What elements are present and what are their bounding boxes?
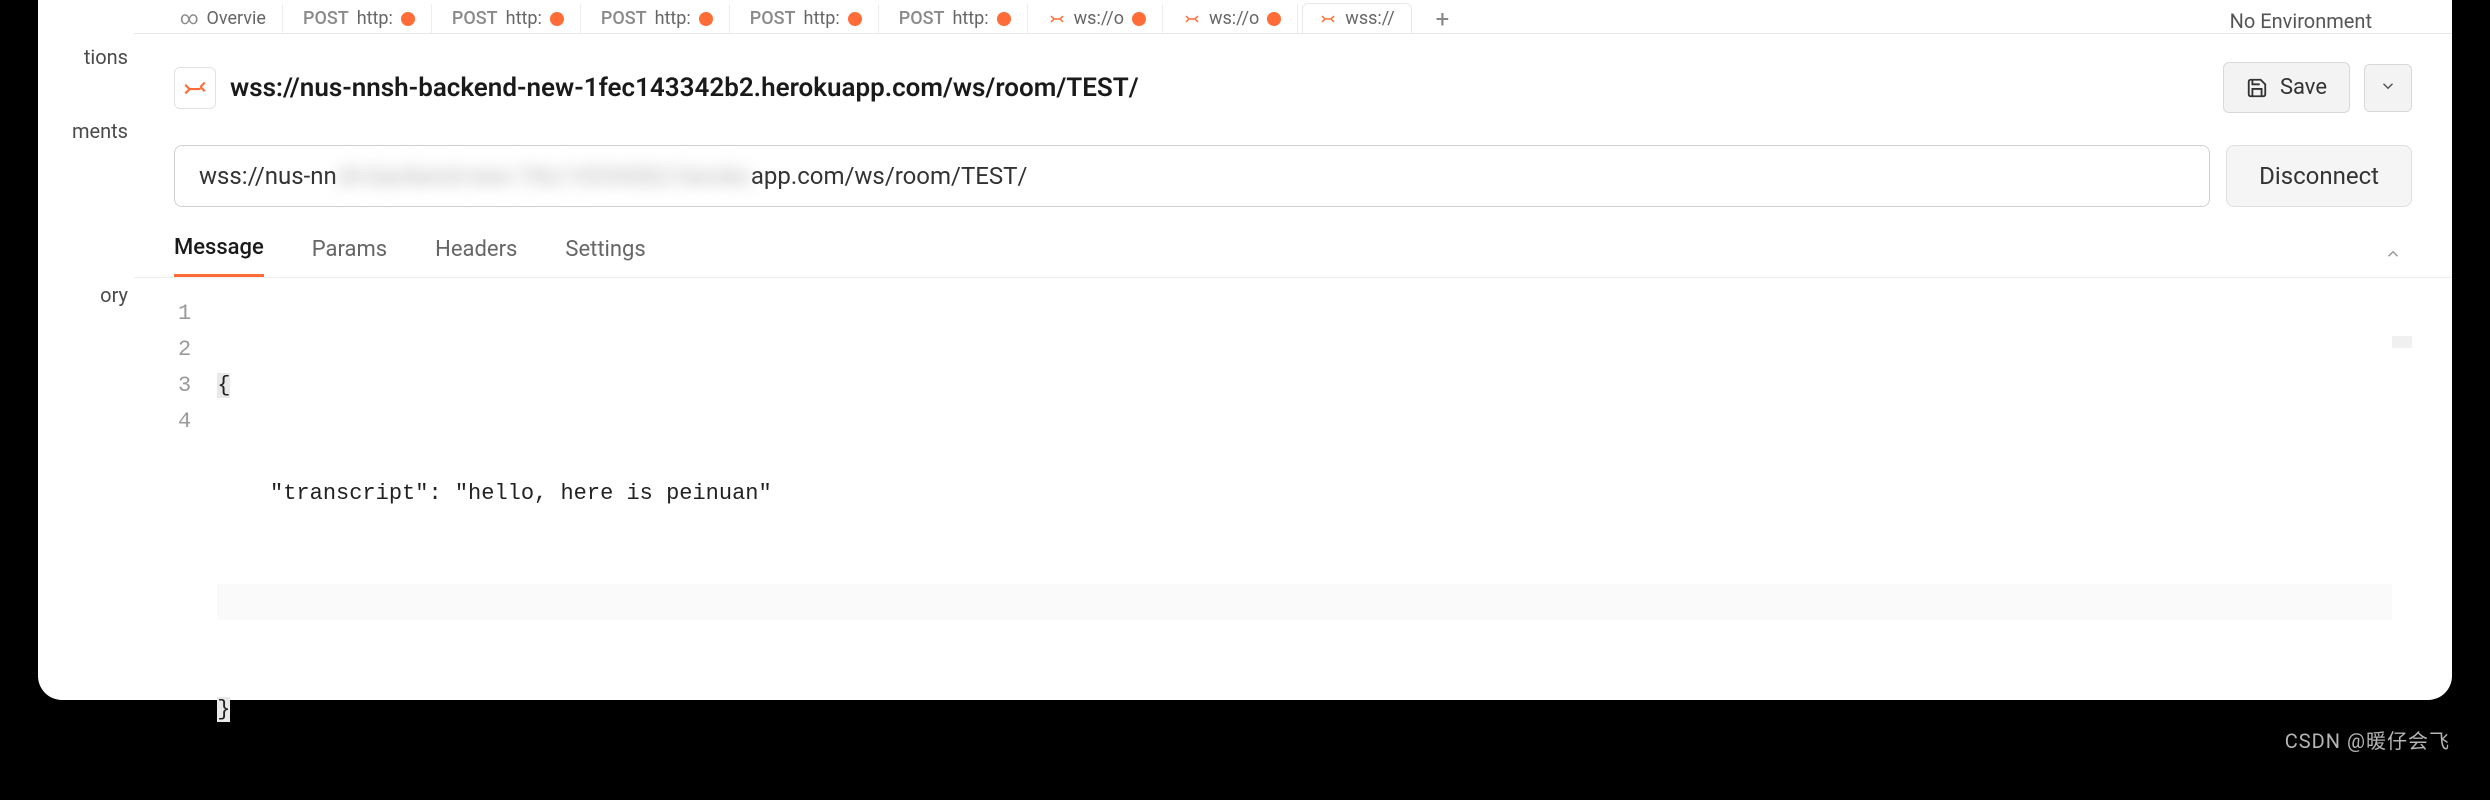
- save-dropdown-button[interactable]: [2364, 64, 2412, 112]
- dirty-dot-icon: [848, 12, 862, 26]
- websocket-icon: [1183, 10, 1201, 28]
- request-header: wss://nus-nnsh-backend-new-1fec143342b2.…: [134, 34, 2452, 113]
- sidebar-item[interactable]: tions: [38, 45, 134, 69]
- protocol-badge: [174, 67, 216, 109]
- request-title: wss://nus-nnsh-backend-new-1fec143342b2.…: [230, 73, 2209, 103]
- sidebar-item[interactable]: ments: [38, 119, 134, 143]
- dirty-dot-icon: [550, 12, 564, 26]
- minimap[interactable]: [2392, 336, 2412, 348]
- chevron-down-icon: [2379, 77, 2397, 95]
- request-subtabs: Message Params Headers Settings: [134, 207, 2452, 278]
- message-editor[interactable]: 1 2 3 4 { "transcript": "hello, here is …: [134, 278, 2452, 800]
- websocket-icon: [182, 75, 208, 101]
- overview-icon: ∞: [180, 8, 199, 29]
- watermark: CSDN @暖仔会飞: [2285, 725, 2450, 754]
- url-row: wss://nus-nnsh-backend-new-1fec143342b2.…: [134, 113, 2452, 207]
- add-tab-button[interactable]: +: [1416, 5, 1470, 33]
- dirty-dot-icon: [997, 12, 1011, 26]
- sidebar-fragment: tions ments ory: [38, 0, 134, 700]
- websocket-icon: [1048, 10, 1066, 28]
- request-tab[interactable]: ws://o: [1167, 4, 1298, 33]
- dirty-dot-icon: [699, 12, 713, 26]
- request-tab-active[interactable]: wss://: [1302, 3, 1411, 34]
- request-tab[interactable]: POSThttp:: [734, 4, 879, 33]
- url-input[interactable]: wss://nus-nnsh-backend-new-1fec143342b2.…: [174, 145, 2210, 207]
- collapse-panel-button[interactable]: [2384, 245, 2412, 267]
- websocket-icon: [1319, 10, 1337, 28]
- sidebar-item[interactable]: ory: [38, 283, 134, 307]
- overview-tab[interactable]: ∞ Overvie: [164, 4, 283, 33]
- request-tab[interactable]: POSThttp:: [436, 4, 581, 33]
- dirty-dot-icon: [401, 12, 415, 26]
- request-tab[interactable]: POSThttp:: [883, 4, 1028, 33]
- request-tab[interactable]: POSThttp:: [585, 4, 730, 33]
- tab-settings[interactable]: Settings: [565, 237, 645, 276]
- request-tab[interactable]: POSThttp:: [287, 4, 432, 33]
- save-icon: [2246, 77, 2268, 99]
- code-content[interactable]: { "transcript": "hello, here is peinuan"…: [217, 296, 2392, 800]
- request-tabs-bar: ∞ Overvie POSThttp: POSThttp: POSThttp: …: [134, 0, 2452, 34]
- request-tab[interactable]: ws://o: [1032, 4, 1163, 33]
- tab-message[interactable]: Message: [174, 235, 264, 277]
- dirty-dot-icon: [1267, 12, 1281, 26]
- disconnect-button[interactable]: Disconnect: [2226, 145, 2412, 207]
- environment-selector[interactable]: No Environment: [2230, 9, 2452, 33]
- tab-params[interactable]: Params: [312, 237, 387, 276]
- dirty-dot-icon: [1132, 12, 1146, 26]
- tab-headers[interactable]: Headers: [435, 237, 517, 276]
- line-gutter: 1 2 3 4: [178, 296, 217, 800]
- save-button[interactable]: Save: [2223, 62, 2350, 113]
- chevron-up-icon: [2384, 245, 2402, 263]
